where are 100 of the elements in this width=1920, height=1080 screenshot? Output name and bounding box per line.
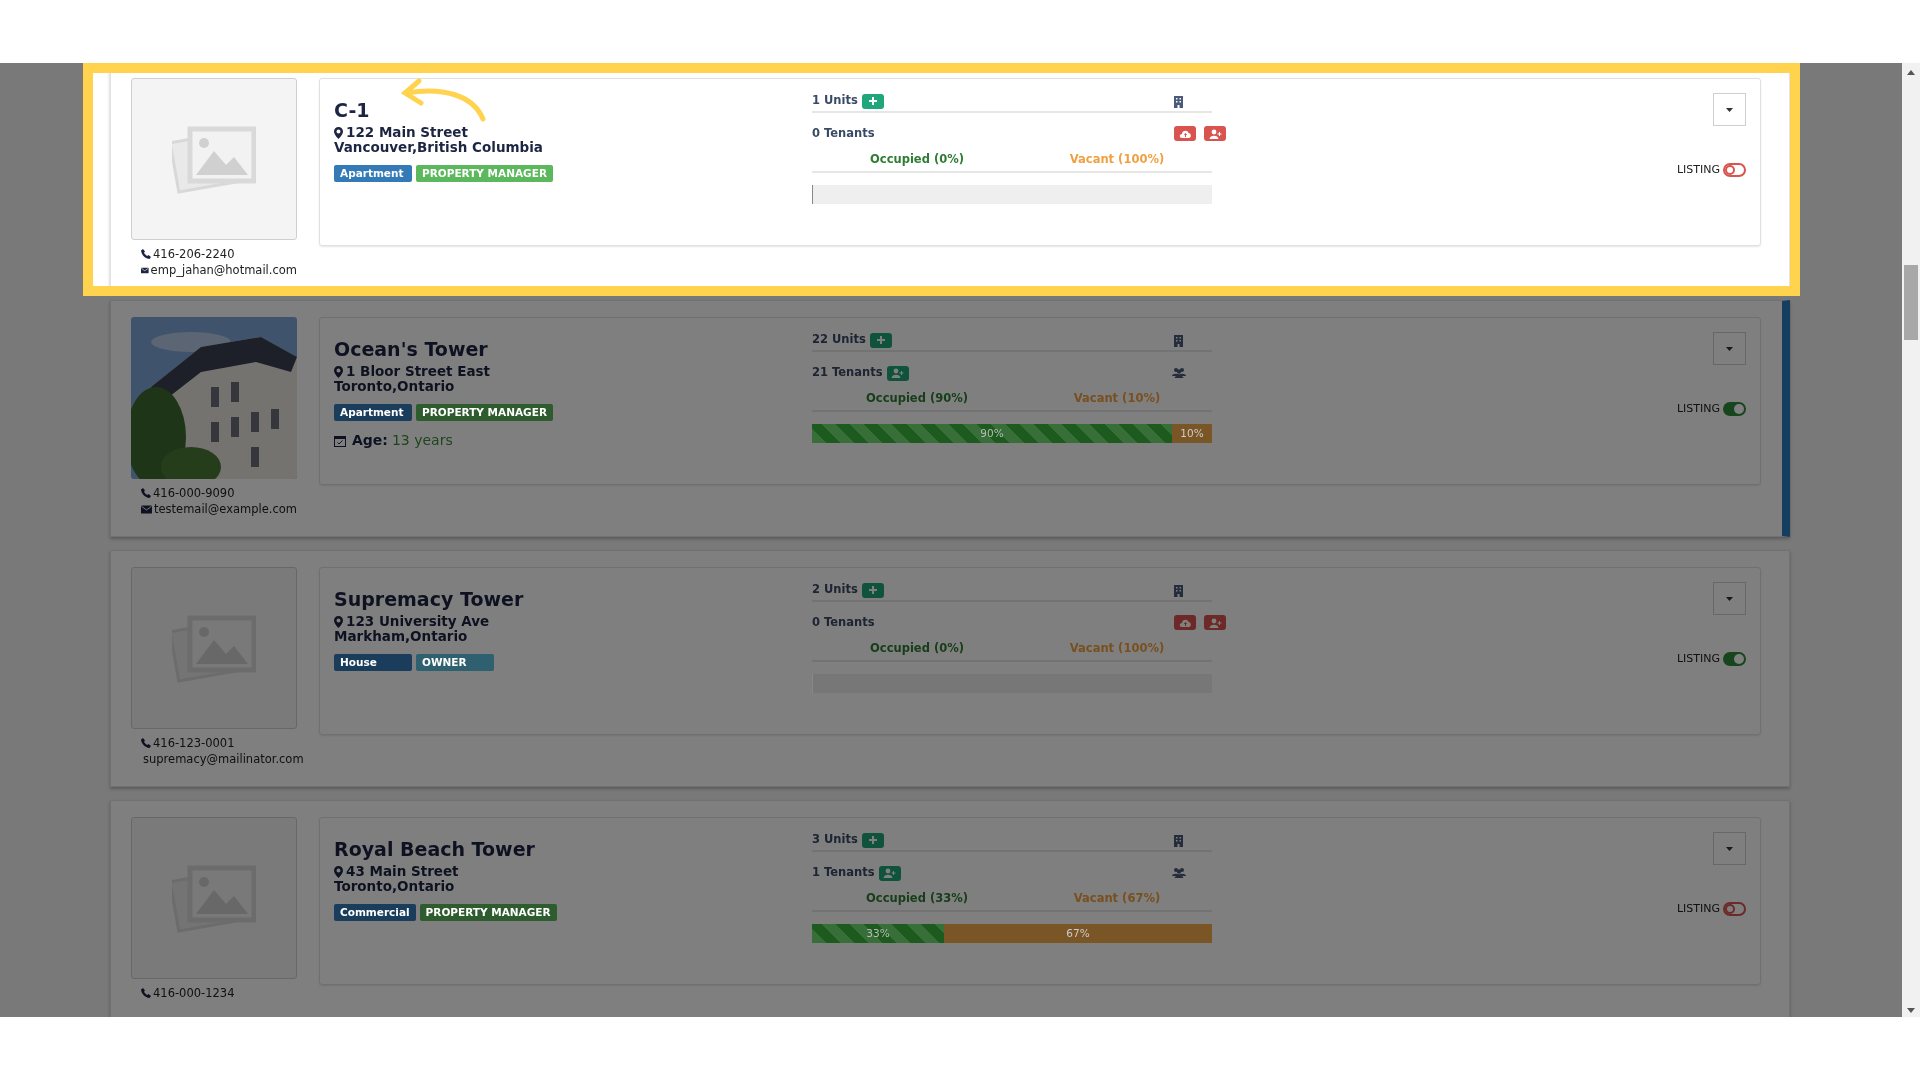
- upload-tenants-button[interactable]: [1174, 126, 1196, 141]
- cloud-upload-icon: [1178, 617, 1192, 628]
- dropdown-button[interactable]: [1713, 332, 1746, 365]
- add-tenant-button[interactable]: [878, 865, 901, 881]
- add-user-icon: [883, 868, 897, 878]
- envelope-icon: [141, 504, 152, 514]
- scrollbar-thumb[interactable]: [1904, 265, 1918, 340]
- phone-icon: [141, 249, 151, 259]
- add-unit-button[interactable]: [869, 332, 892, 348]
- phone-icon: [141, 738, 151, 748]
- plus-icon: [867, 96, 878, 106]
- map-pin-icon: [334, 126, 343, 139]
- vacant-bar: 67%: [944, 924, 1212, 943]
- units-count: 2 Units: [812, 581, 858, 599]
- map-pin-icon: [334, 365, 343, 378]
- building-icon: [1174, 96, 1183, 108]
- tenants-count: 1 Tenants: [812, 864, 875, 882]
- people-icon: [1172, 367, 1186, 378]
- listing-toggle[interactable]: [1723, 902, 1746, 917]
- vacant-label: Vacant (67%): [1072, 890, 1162, 907]
- phone-number: 416-000-1234: [153, 985, 235, 1001]
- city-province: Toronto,Ontario: [334, 379, 456, 394]
- occupied-label: Occupied (0%): [869, 640, 965, 657]
- phone-icon: [141, 988, 151, 998]
- scroll-down-icon[interactable]: [1907, 1008, 1915, 1013]
- property-tag: Commercial: [334, 904, 416, 921]
- property-tag: PROPERTY MANAGER: [416, 165, 553, 182]
- add-tenant-button[interactable]: [1204, 615, 1226, 630]
- building-icon: [1174, 585, 1183, 597]
- dropdown-button[interactable]: [1713, 582, 1746, 615]
- add-tenant-button[interactable]: [886, 365, 909, 381]
- tenants-count: 0 Tenants: [812, 614, 875, 632]
- listing-toggle[interactable]: [1723, 402, 1746, 417]
- property-name: Royal Beach Tower: [334, 837, 535, 862]
- property-tag: House: [334, 654, 412, 671]
- units-count: 1 Units: [812, 92, 858, 110]
- email-address: testemail@example.com: [154, 501, 297, 517]
- upload-tenants-button[interactable]: [1174, 615, 1196, 630]
- people-icon: [1172, 867, 1186, 878]
- property-name: Ocean's Tower: [334, 337, 488, 362]
- building-icon: [1174, 835, 1183, 847]
- email-address: supremacy@mailinator.com: [143, 751, 304, 767]
- occupied-bar: 90%: [812, 424, 1172, 443]
- units-count: 3 Units: [812, 831, 858, 849]
- dropdown-button[interactable]: [1713, 832, 1746, 865]
- map-pin-icon: [334, 615, 343, 628]
- envelope-icon: [141, 265, 149, 275]
- add-unit-button[interactable]: [861, 93, 884, 109]
- caret-icon: [1726, 596, 1733, 601]
- add-unit-button[interactable]: [861, 582, 884, 598]
- add-user-icon: [1208, 617, 1222, 628]
- phone-icon: [141, 488, 151, 498]
- plus-icon: [867, 585, 878, 595]
- tenants-count: 0 Tenants: [812, 125, 875, 143]
- dropdown-button[interactable]: [1713, 93, 1746, 126]
- scroll-up-icon[interactable]: [1907, 70, 1915, 75]
- listing-label: LISTING: [1676, 901, 1720, 917]
- listing-label: LISTING: [1676, 401, 1720, 417]
- map-pin-icon: [334, 865, 343, 878]
- caret-icon: [1726, 346, 1733, 351]
- building-icon: [1174, 335, 1183, 347]
- cloud-upload-icon: [1178, 128, 1192, 139]
- occupied-bar: 33%: [812, 924, 944, 943]
- listing-toggle[interactable]: [1723, 652, 1746, 667]
- listing-label: LISTING: [1676, 162, 1720, 178]
- phone-number: 416-123-0001: [153, 735, 235, 751]
- phone-number: 416-206-2240: [153, 246, 235, 262]
- tenants-count: 21 Tenants: [812, 364, 883, 382]
- add-user-icon: [1208, 128, 1222, 139]
- occupied-label: Occupied (33%): [865, 890, 969, 907]
- plus-icon: [867, 835, 878, 845]
- plus-icon: [875, 335, 886, 345]
- phone-number: 416-000-9090: [153, 485, 235, 501]
- listing-toggle[interactable]: [1723, 163, 1746, 178]
- vacant-bar: 10%: [1172, 424, 1212, 443]
- property-tag: OWNER: [416, 654, 494, 671]
- add-unit-button[interactable]: [861, 832, 884, 848]
- add-tenant-button[interactable]: [1204, 126, 1226, 141]
- city-province: Toronto,Ontario: [334, 879, 456, 894]
- property-tag: PROPERTY MANAGER: [416, 404, 553, 421]
- calendar-icon: [334, 434, 346, 447]
- caret-icon: [1726, 846, 1733, 851]
- add-user-icon: [891, 368, 905, 378]
- property-name: C-1: [334, 98, 370, 123]
- units-count: 22 Units: [812, 331, 866, 349]
- scrollbar[interactable]: [1902, 63, 1920, 1017]
- vacant-label: Vacant (100%): [1068, 640, 1166, 657]
- listing-label: LISTING: [1676, 651, 1720, 667]
- vacant-label: Vacant (10%): [1072, 390, 1162, 407]
- occupied-label: Occupied (90%): [865, 390, 969, 407]
- property-tag: Apartment: [334, 165, 412, 182]
- property-name: Supremacy Tower: [334, 587, 524, 612]
- age-value: 13 years: [391, 431, 453, 450]
- property-tag: PROPERTY MANAGER: [419, 904, 557, 921]
- property-tag: Apartment: [334, 404, 412, 421]
- caret-icon: [1726, 107, 1733, 112]
- vacant-label: Vacant (100%): [1068, 151, 1166, 168]
- occupied-label: Occupied (0%): [869, 151, 965, 168]
- email-address: emp_jahan@hotmail.com: [150, 262, 297, 278]
- street-address: 123 University Ave: [346, 614, 490, 629]
